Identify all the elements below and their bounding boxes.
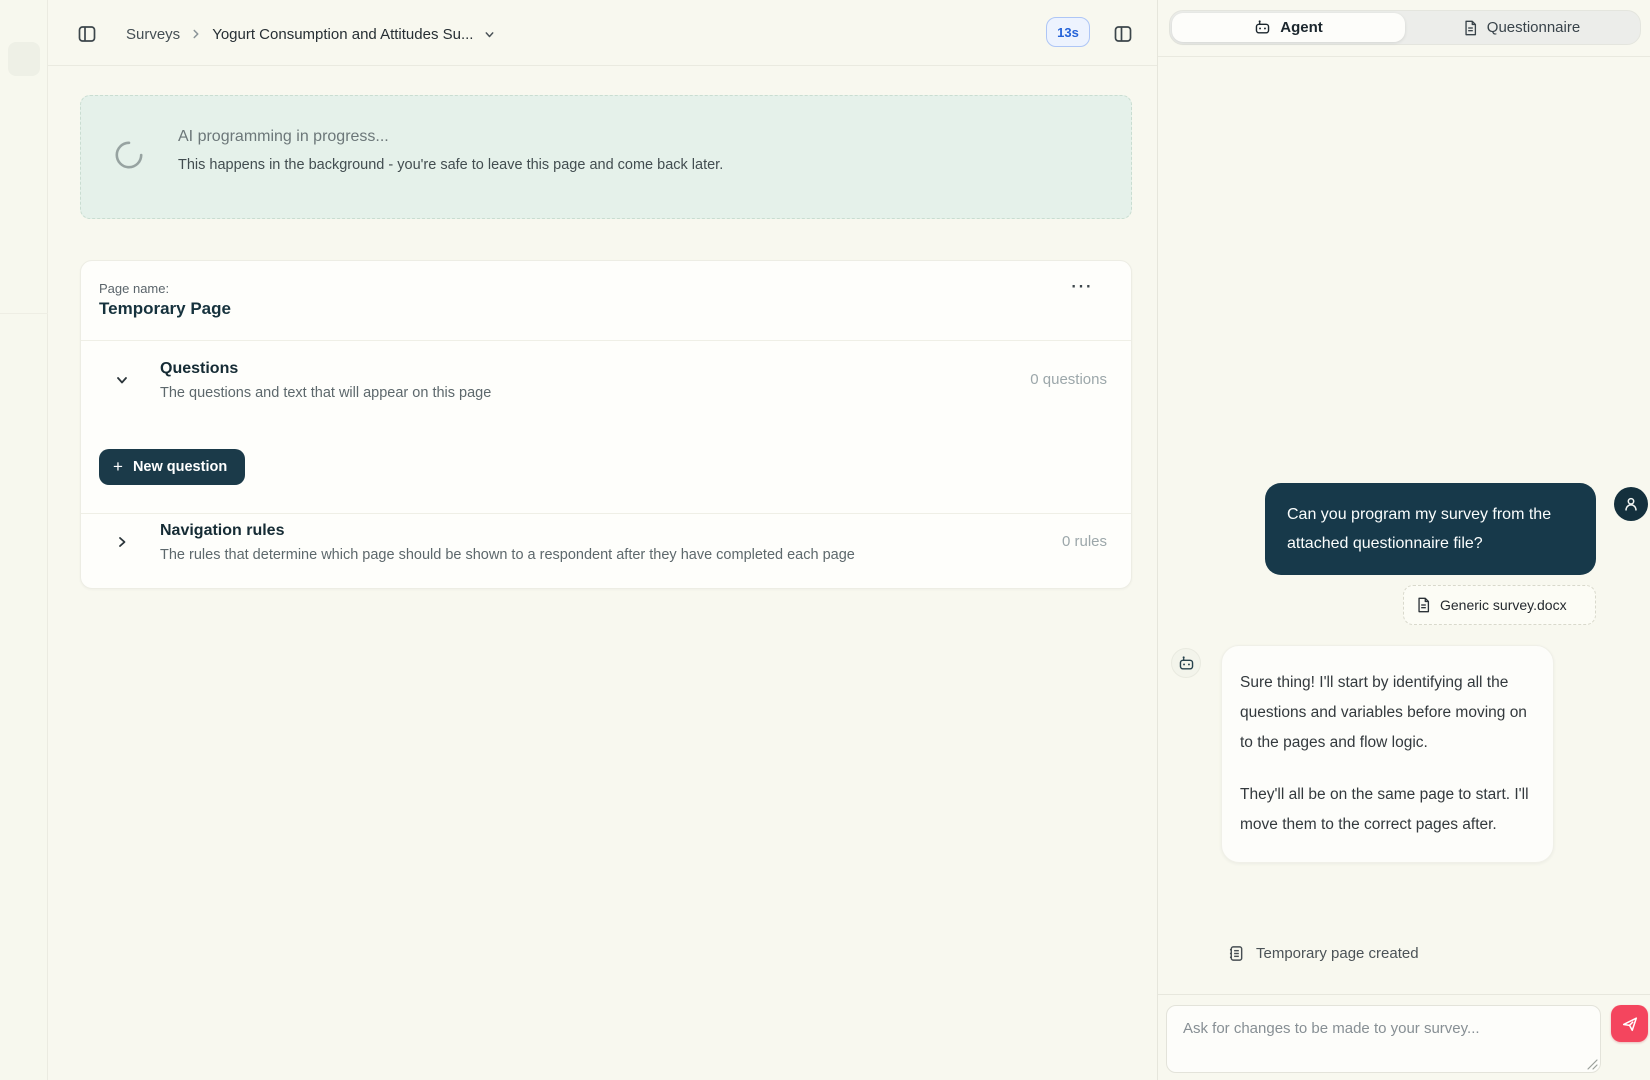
document-icon bbox=[1463, 20, 1478, 36]
bot-message-bubble: Sure thing! I'll start by identifying al… bbox=[1221, 645, 1554, 863]
card-divider bbox=[81, 340, 1131, 341]
robot-icon bbox=[1254, 19, 1271, 36]
tab-questionnaire[interactable]: Questionnaire bbox=[1405, 13, 1638, 42]
more-menu-icon[interactable]: ⋯ bbox=[1070, 275, 1093, 297]
bot-avatar bbox=[1171, 648, 1201, 678]
agent-panel-header: Agent Questionnaire bbox=[1158, 0, 1650, 57]
chevron-down-icon bbox=[114, 372, 130, 388]
main-topbar: Surveys Yogurt Consumption and Attitudes… bbox=[48, 0, 1157, 66]
composer-divider bbox=[1158, 994, 1650, 995]
chat-input[interactable] bbox=[1166, 1005, 1601, 1073]
elapsed-time-badge[interactable]: 13s bbox=[1046, 17, 1090, 47]
page-name-value: Temporary Page bbox=[99, 299, 231, 319]
new-question-button[interactable]: + New question bbox=[99, 449, 245, 485]
page-card: Page name: Temporary Page ⋯ Questions Th… bbox=[80, 260, 1132, 589]
breadcrumb: Surveys Yogurt Consumption and Attitudes… bbox=[126, 22, 496, 46]
robot-icon bbox=[1178, 655, 1195, 672]
chevron-right-icon bbox=[189, 27, 203, 41]
survey-title: Yogurt Consumption and Attitudes Su... bbox=[212, 26, 473, 43]
plus-icon: + bbox=[113, 457, 123, 477]
card-divider bbox=[81, 513, 1131, 514]
new-question-label: New question bbox=[133, 459, 227, 475]
chevron-down-icon bbox=[483, 28, 496, 41]
status-event-text: Temporary page created bbox=[1256, 945, 1419, 962]
bot-message-paragraph: Sure thing! I'll start by identifying al… bbox=[1240, 668, 1535, 758]
spinner-icon bbox=[114, 140, 144, 170]
tab-questionnaire-label: Questionnaire bbox=[1487, 19, 1580, 36]
panel-right-icon bbox=[1113, 24, 1133, 44]
user-message-bubble: Can you program my survey from the attac… bbox=[1265, 483, 1596, 575]
navigation-section-title: Navigation rules bbox=[160, 522, 284, 540]
sidebar-ghost-tile bbox=[8, 42, 40, 76]
send-button[interactable] bbox=[1611, 1005, 1648, 1042]
panel-toggle-button[interactable] bbox=[1112, 23, 1134, 45]
attachment-chip[interactable]: Generic survey.docx bbox=[1403, 585, 1596, 625]
tab-agent[interactable]: Agent bbox=[1172, 13, 1405, 42]
document-icon bbox=[1416, 597, 1431, 613]
navigation-rules-count: 0 rules bbox=[1062, 533, 1107, 550]
attachment-name: Generic survey.docx bbox=[1440, 597, 1567, 613]
navigation-section-description: The rules that determine which page shou… bbox=[160, 547, 855, 563]
questions-section-title: Questions bbox=[160, 360, 238, 378]
notepad-icon bbox=[1228, 945, 1244, 962]
agent-panel: Agent Questionnaire Can you program my s… bbox=[1157, 0, 1650, 1080]
collapsed-sidebar bbox=[0, 0, 48, 1080]
navigation-collapse-toggle[interactable] bbox=[111, 531, 133, 553]
status-event-row: Temporary page created bbox=[1228, 945, 1419, 962]
questions-count: 0 questions bbox=[1030, 371, 1107, 388]
survey-title-dropdown[interactable]: Yogurt Consumption and Attitudes Su... bbox=[212, 26, 496, 43]
questions-collapse-toggle[interactable] bbox=[111, 369, 133, 391]
chevron-right-icon bbox=[114, 534, 130, 550]
breadcrumb-surveys-link[interactable]: Surveys bbox=[126, 26, 180, 43]
panel-left-icon bbox=[77, 24, 97, 44]
resize-handle-icon[interactable] bbox=[1585, 1057, 1598, 1070]
sidebar-toggle-button[interactable] bbox=[76, 23, 98, 45]
questions-section-description: The questions and text that will appear … bbox=[160, 385, 491, 401]
person-icon bbox=[1622, 495, 1640, 513]
send-icon bbox=[1621, 1015, 1639, 1033]
sidebar-divider bbox=[0, 313, 48, 314]
user-avatar bbox=[1614, 487, 1648, 521]
tab-agent-label: Agent bbox=[1280, 19, 1323, 36]
banner-subtitle: This happens in the background - you're … bbox=[178, 157, 723, 173]
panel-tab-switcher: Agent Questionnaire bbox=[1169, 10, 1641, 45]
ai-progress-banner: AI programming in progress... This happe… bbox=[80, 95, 1132, 219]
banner-title: AI programming in progress... bbox=[178, 128, 389, 146]
bot-message-paragraph: They'll all be on the same page to start… bbox=[1240, 780, 1535, 840]
page-name-label: Page name: bbox=[99, 281, 169, 296]
